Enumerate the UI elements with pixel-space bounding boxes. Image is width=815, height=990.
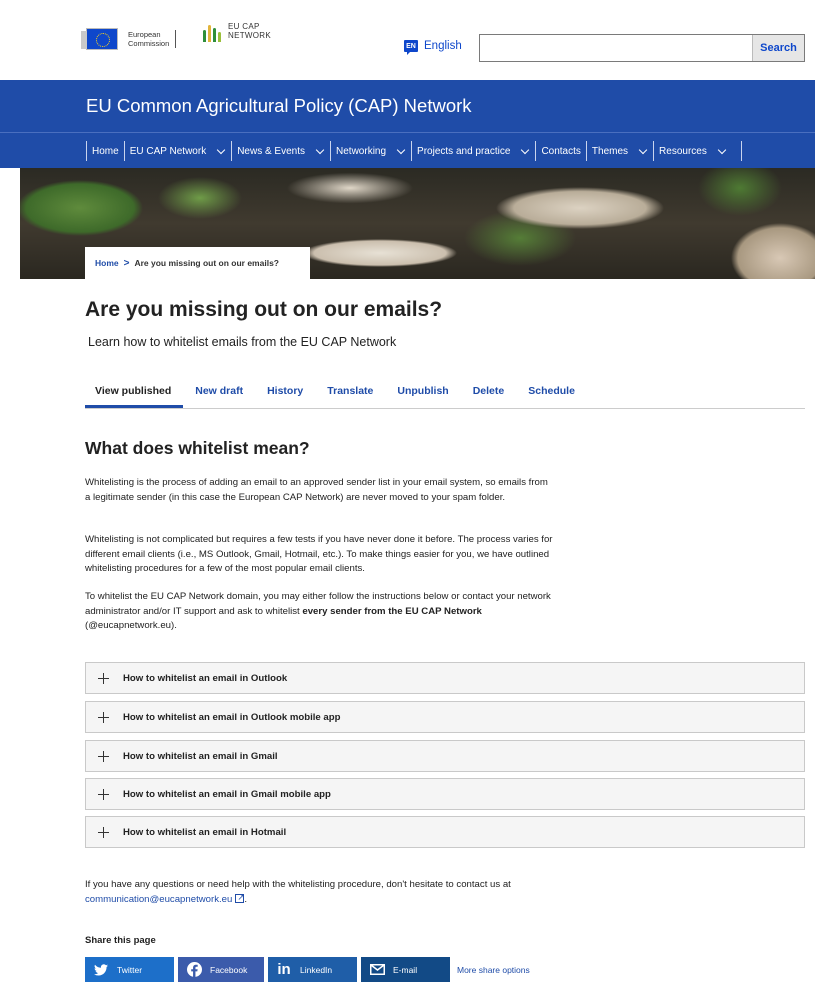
facebook-icon: [186, 962, 202, 978]
accordion-item-outlook[interactable]: How to whitelist an email in Outlook: [85, 662, 805, 694]
tab-delete[interactable]: Delete: [461, 377, 517, 408]
twitter-icon: [93, 962, 109, 978]
nav-item-networking[interactable]: Networking: [330, 141, 411, 161]
eu-flag-icon: [81, 28, 118, 50]
tab-unpublish[interactable]: Unpublish: [385, 377, 460, 408]
help-paragraph: If you have any questions or need help w…: [85, 877, 565, 907]
accordion-item-outlook-mobile[interactable]: How to whitelist an email in Outlook mob…: [85, 701, 805, 733]
language-icon: EN: [404, 40, 418, 55]
breadcrumb: Home > Are you missing out on our emails…: [85, 247, 310, 279]
nav-item-resources[interactable]: Resources: [653, 141, 742, 161]
main-navigation: Home EU CAP Network News & Events Networ…: [0, 132, 815, 168]
chevron-down-icon: [396, 145, 406, 154]
bold-every-sender: every sender from the EU CAP Network: [302, 605, 482, 617]
nav-item-home[interactable]: Home: [86, 141, 124, 161]
search-input[interactable]: [480, 35, 752, 61]
paragraph-instructions: To whitelist the EU CAP Network domain, …: [85, 591, 551, 631]
page-subtitle: Learn how to whitelist emails from the E…: [88, 335, 397, 349]
cap-logo-line1: EU CAP: [228, 22, 260, 31]
plus-icon: [97, 788, 109, 800]
nav-item-projects-practice[interactable]: Projects and practice: [411, 141, 535, 161]
share-bar: Twitter Facebook in LinkedIn E-mail More…: [85, 957, 530, 982]
accordion-label: How to whitelist an email in Outlook: [123, 672, 288, 684]
accordion-item-hotmail[interactable]: How to whitelist an email in Hotmail: [85, 816, 805, 848]
tab-new-draft[interactable]: New draft: [183, 377, 255, 408]
ec-logo-line2: Commission: [128, 39, 170, 48]
share-linkedin-button[interactable]: in LinkedIn: [268, 957, 357, 982]
accordion-item-gmail[interactable]: How to whitelist an email in Gmail: [85, 740, 805, 772]
breadcrumb-separator-icon: >: [123, 257, 130, 269]
tab-view-published[interactable]: View published: [85, 377, 184, 408]
share-facebook-button[interactable]: Facebook: [178, 957, 264, 982]
plus-icon: [97, 826, 109, 838]
language-label: English: [424, 40, 462, 52]
ec-logo-line1: European: [128, 30, 161, 39]
language-selector[interactable]: EN English: [404, 40, 462, 55]
accordion-label: How to whitelist an email in Hotmail: [123, 826, 287, 838]
breadcrumb-home-link[interactable]: Home: [95, 258, 119, 268]
section-heading: What does whitelist mean?: [85, 438, 310, 458]
accordion-label: How to whitelist an email in Gmail mobil…: [123, 788, 331, 800]
chevron-down-icon: [717, 145, 727, 154]
share-twitter-button[interactable]: Twitter: [85, 957, 174, 982]
tab-schedule[interactable]: Schedule: [516, 377, 587, 408]
search-button[interactable]: Search: [752, 35, 804, 61]
more-share-options-link[interactable]: More share options: [457, 965, 530, 975]
plus-icon: [97, 711, 109, 723]
site-header: European Commission EU CAP NETWORK EN En…: [0, 0, 815, 80]
site-title[interactable]: EU Common Agricultural Policy (CAP) Netw…: [86, 95, 472, 117]
nav-item-eu-cap-network[interactable]: EU CAP Network: [123, 141, 232, 161]
eu-cap-network-logo[interactable]: EU CAP NETWORK: [202, 22, 271, 42]
linkedin-icon: in: [277, 961, 291, 978]
chevron-down-icon: [638, 145, 648, 154]
tab-translate[interactable]: Translate: [315, 377, 385, 408]
search-form: Search: [479, 34, 805, 62]
share-email-button[interactable]: E-mail: [361, 957, 450, 982]
tab-history[interactable]: History: [255, 377, 315, 408]
site-banner: EU Common Agricultural Policy (CAP) Netw…: [0, 80, 815, 168]
chevron-down-icon: [521, 145, 530, 154]
admin-tabs: View published New draft History Transla…: [85, 377, 805, 409]
contact-email-link[interactable]: communication@eucapnetwork.eu: [85, 894, 232, 905]
european-commission-logo[interactable]: European Commission: [81, 28, 177, 50]
cap-sprout-icon: [202, 22, 224, 42]
paragraph-definition: Whitelisting is the process of adding an…: [85, 477, 548, 503]
email-icon: [369, 962, 385, 978]
accordion-label: How to whitelist an email in Gmail: [123, 750, 278, 762]
cap-logo-line2: NETWORK: [228, 31, 271, 40]
plus-icon: [97, 672, 109, 684]
nav-item-themes[interactable]: Themes: [585, 141, 653, 161]
nav-item-contacts[interactable]: Contacts: [535, 141, 585, 161]
share-title: Share this page: [85, 935, 156, 946]
plus-icon: [97, 750, 109, 762]
breadcrumb-current: Are you missing out on our emails?: [134, 258, 279, 268]
accordion-label: How to whitelist an email in Outlook mob…: [123, 711, 341, 723]
page-title: Are you missing out on our emails?: [85, 298, 443, 321]
chevron-down-icon: [315, 145, 325, 154]
accordion-item-gmail-mobile[interactable]: How to whitelist an email in Gmail mobil…: [85, 778, 805, 810]
external-link-icon: [235, 890, 245, 905]
nav-item-news-events[interactable]: News & Events: [231, 141, 330, 161]
chevron-down-icon: [216, 145, 226, 154]
paragraph-process: Whitelisting is not complicated but requ…: [85, 534, 553, 574]
